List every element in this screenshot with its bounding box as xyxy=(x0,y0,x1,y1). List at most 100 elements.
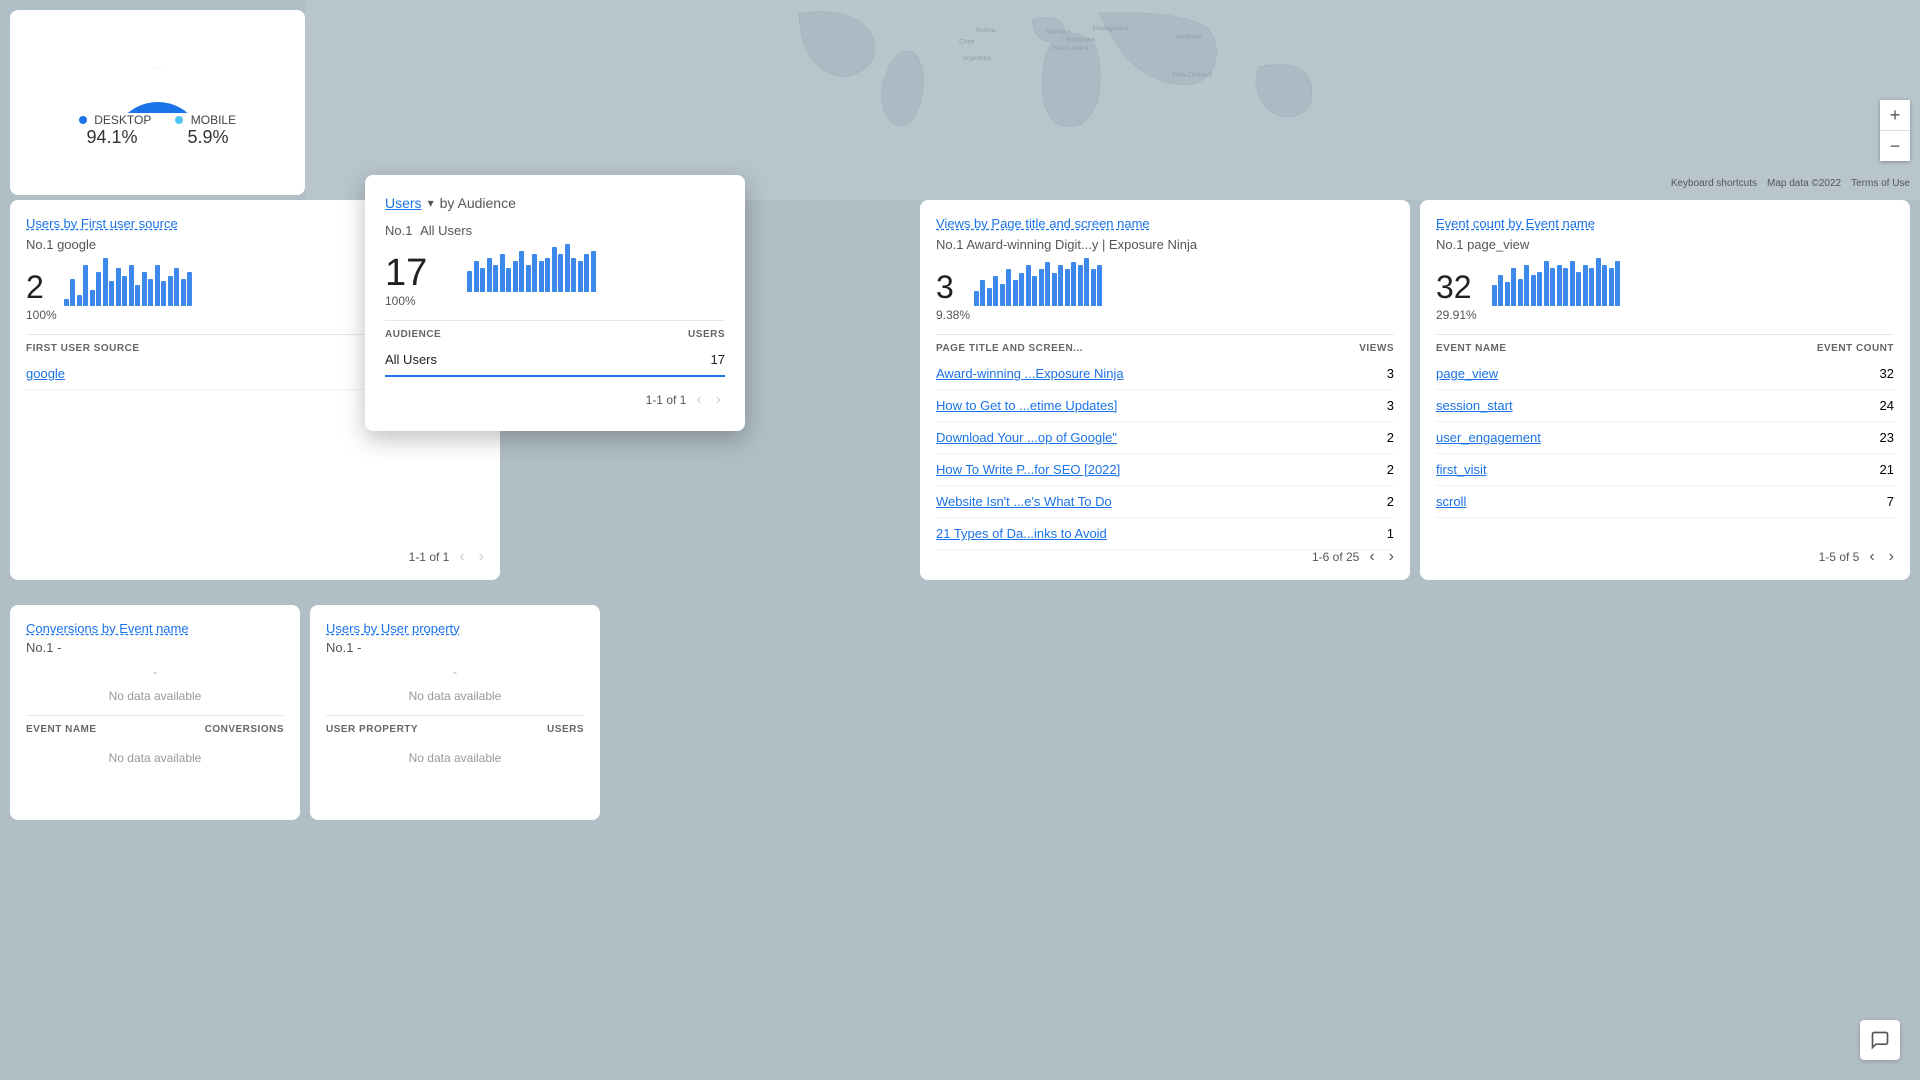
spark-bar xyxy=(70,279,75,306)
views-row: Website Isn't ...e's What To Do 2 xyxy=(936,486,1394,518)
events-row-value: 21 xyxy=(1880,462,1894,477)
popup-by-label: by Audience xyxy=(440,195,516,211)
events-row-label[interactable]: user_engagement xyxy=(1436,430,1541,445)
views-prev-btn[interactable]: ‹ xyxy=(1365,546,1378,568)
desktop-label: DESKTOP xyxy=(79,113,151,127)
spark-bar xyxy=(1537,272,1542,306)
events-row-label[interactable]: scroll xyxy=(1436,494,1466,509)
chat-icon[interactable] xyxy=(1860,1020,1900,1060)
spark-bar xyxy=(1505,282,1510,306)
views-row: How To Write P...for SEO [2022] 2 xyxy=(936,454,1394,486)
spark-bar xyxy=(1097,265,1102,306)
spark-bar xyxy=(1511,268,1516,306)
col-views: VIEWS xyxy=(1359,343,1394,354)
spark-bar xyxy=(487,258,492,292)
spark-bar xyxy=(1045,262,1050,306)
events-title[interactable]: Event count by Event name xyxy=(1436,216,1894,231)
terms-of-use[interactable]: Terms of Use xyxy=(1851,178,1910,189)
keyboard-shortcuts[interactable]: Keyboard shortcuts xyxy=(1671,178,1757,189)
spark-bar xyxy=(558,254,563,292)
events-row-label[interactable]: page_view xyxy=(1436,366,1498,381)
events-row-value: 7 xyxy=(1887,494,1894,509)
spark-bar xyxy=(1524,265,1529,306)
spark-bar xyxy=(565,244,570,292)
events-no1: No.1 page_view xyxy=(1436,237,1894,252)
source-row-label[interactable]: google xyxy=(26,366,65,381)
spark-bar xyxy=(474,261,479,292)
col-event-name: EVENT NAME xyxy=(1436,343,1507,354)
next-page-btn[interactable]: › xyxy=(475,546,488,568)
views-next-btn[interactable]: › xyxy=(1385,546,1398,568)
views-row-label[interactable]: Award-winning ...Exposure Ninja xyxy=(936,366,1124,381)
views-row-label[interactable]: How To Write P...for SEO [2022] xyxy=(936,462,1120,477)
zoom-in-button[interactable]: + xyxy=(1880,100,1910,130)
popup-users-label[interactable]: Users xyxy=(385,195,422,211)
svg-text:Bolivia: Bolivia xyxy=(976,27,996,34)
spark-bar xyxy=(519,251,524,292)
spark-bar xyxy=(1576,272,1581,306)
spark-bar xyxy=(96,272,101,306)
events-row: page_view32 xyxy=(1436,358,1894,390)
spark-bar xyxy=(480,268,485,292)
views-col-headers: PAGE TITLE AND SCREEN... VIEWS xyxy=(936,334,1394,358)
views-row-value: 2 xyxy=(1387,494,1394,509)
views-title[interactable]: Views by Page title and screen name xyxy=(936,216,1394,231)
views-row-label[interactable]: How to Get to ...etime Updates] xyxy=(936,398,1117,413)
zoom-controls: + − xyxy=(1880,100,1910,161)
popup-row-label[interactable]: All Users xyxy=(385,352,437,367)
spark-bar xyxy=(77,295,82,306)
spark-bar xyxy=(1583,265,1588,306)
views-row-value: 2 xyxy=(1387,462,1394,477)
conversions-title[interactable]: Conversions by Event name xyxy=(26,621,284,636)
spark-bar xyxy=(1498,275,1503,306)
views-pct: 9.38% xyxy=(936,308,1394,322)
views-row-value: 1 xyxy=(1387,526,1394,541)
donut-chart xyxy=(108,58,208,113)
prev-page-btn[interactable]: ‹ xyxy=(455,546,468,568)
events-widget: Event count by Event name No.1 page_view… xyxy=(1420,200,1910,580)
bottom-cards-row: Conversions by Event name No.1 - - No da… xyxy=(10,605,600,820)
spark-bar xyxy=(578,261,583,292)
spark-bar xyxy=(500,254,505,292)
mobile-pct: 5.9% xyxy=(188,127,229,148)
mobile-dot xyxy=(175,116,183,124)
spark-bar xyxy=(1596,258,1601,306)
popup-col-audience: AUDIENCE xyxy=(385,329,441,340)
popup-main-row: 17 xyxy=(385,242,725,292)
user-property-title[interactable]: Users by User property xyxy=(326,621,584,636)
spark-bar xyxy=(1000,284,1005,306)
svg-text:South Africa: South Africa xyxy=(1053,45,1089,52)
views-row-label[interactable]: Website Isn't ...e's What To Do xyxy=(936,494,1112,509)
popup-prev-btn[interactable]: ‹ xyxy=(692,389,705,411)
spark-bar xyxy=(1518,279,1523,306)
popup-dropdown-icon[interactable]: ▾ xyxy=(428,196,434,210)
conversions-no1: No.1 - xyxy=(26,640,284,655)
spark-bar xyxy=(103,258,108,306)
events-row-label[interactable]: session_start xyxy=(1436,398,1513,413)
users-source-pagination: 1-1 of 1 ‹ › xyxy=(409,546,488,568)
spark-bar xyxy=(1570,261,1575,306)
views-row-value: 2 xyxy=(1387,430,1394,445)
events-next-btn[interactable]: › xyxy=(1885,546,1898,568)
events-row: scroll 7 xyxy=(1436,486,1894,518)
spark-bar xyxy=(1544,261,1549,306)
user-property-col-headers: USER PROPERTY USERS xyxy=(326,715,584,739)
events-row-label[interactable]: first_visit xyxy=(1436,462,1487,477)
spark-bar xyxy=(1032,276,1037,306)
views-row-label[interactable]: 21 Types of Da...inks to Avoid xyxy=(936,526,1107,541)
popup-next-btn[interactable]: › xyxy=(712,389,725,411)
spark-bar xyxy=(1058,265,1063,306)
col-user-prop: USER PROPERTY xyxy=(326,724,418,735)
spark-bar xyxy=(155,265,160,306)
spark-bar xyxy=(168,276,173,306)
spark-bar xyxy=(1602,265,1607,306)
zoom-out-button[interactable]: − xyxy=(1880,131,1910,161)
popup-col-headers: AUDIENCE USERS xyxy=(385,320,725,344)
events-prev-btn[interactable]: ‹ xyxy=(1865,546,1878,568)
map-area: Bolivia Chile Argentina Namibia Botswana… xyxy=(305,0,1920,200)
spark-bar xyxy=(83,265,88,306)
svg-text:New Zealand: New Zealand xyxy=(1173,72,1213,79)
spark-bar xyxy=(129,265,134,306)
views-row-label[interactable]: Download Your ...op of Google" xyxy=(936,430,1117,445)
device-percentages: 94.1% 5.9% xyxy=(86,127,228,148)
